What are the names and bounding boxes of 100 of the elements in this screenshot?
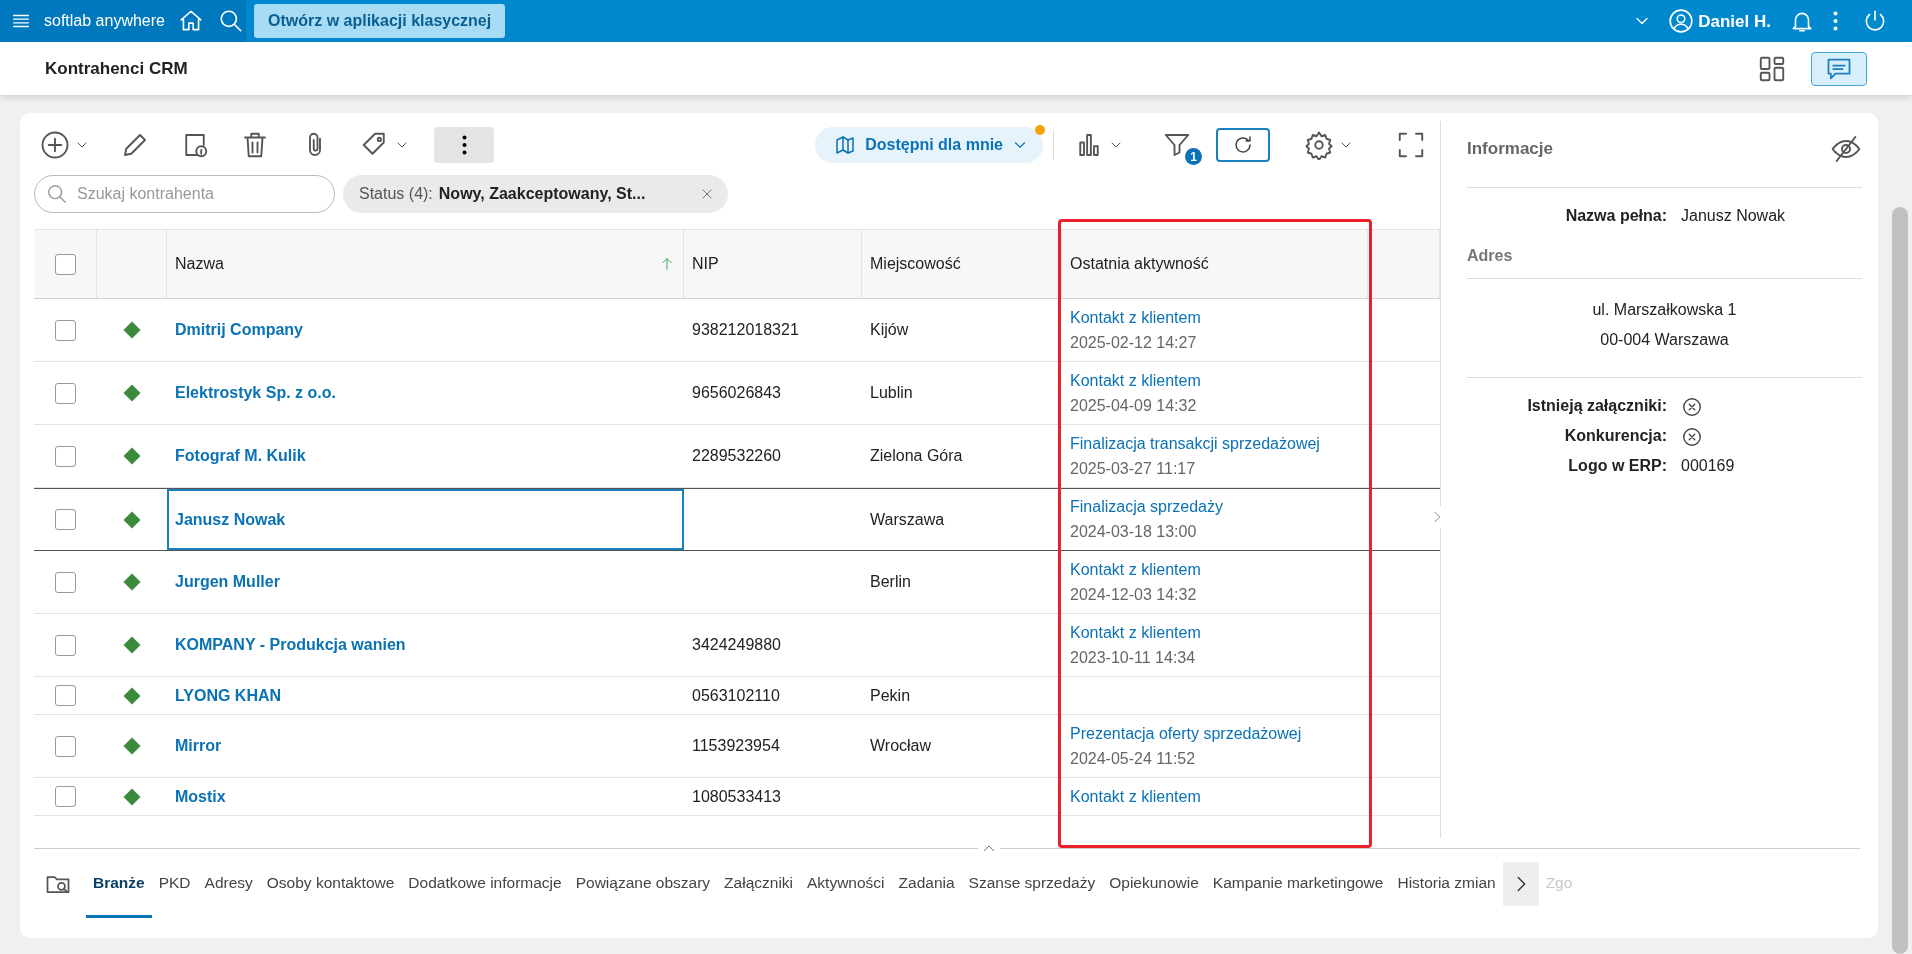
table-cell-text: 3424249880 <box>692 635 781 655</box>
tab[interactable]: Szanse sprzedaży <box>961 849 1103 918</box>
chat-button[interactable] <box>1811 51 1867 86</box>
eye-off-icon <box>1830 133 1862 165</box>
panel-title: Informacje <box>1467 138 1553 161</box>
gear-icon <box>1304 130 1334 160</box>
row-checkbox[interactable] <box>55 319 76 341</box>
column-header[interactable]: Ostatnia aktywność <box>1070 252 1209 276</box>
tab[interactable]: Dodatkowe informacje <box>401 849 569 918</box>
user-button[interactable]: Daniel H. <box>1668 8 1771 34</box>
contact-link[interactable]: Jurgen Muller <box>175 570 280 594</box>
field-value: Janusz Nowak <box>1681 206 1787 226</box>
activity-date: 2025-03-27 11:17 <box>1070 458 1196 479</box>
page-title: Kontrahenci CRM <box>45 57 188 80</box>
activity-link[interactable]: Prezentacja oferty sprzedażowej <box>1070 722 1302 745</box>
open-classic-button[interactable]: Otwórz w aplikacji klasycznej <box>254 4 506 38</box>
contact-link[interactable]: LYONG KHAN <box>175 683 282 708</box>
table-cell-text: 9656026843 <box>692 383 781 403</box>
contact-link[interactable]: Dmitrij Company <box>175 318 303 342</box>
search-icon <box>218 8 244 34</box>
tab[interactable]: Adresy <box>197 849 260 918</box>
close-icon <box>700 187 714 201</box>
row-checkbox[interactable] <box>55 445 76 467</box>
address-line: ul. Marszałkowska 1 <box>1591 300 1738 320</box>
contact-link[interactable]: Fotograf M. Kulik <box>175 444 306 468</box>
row-checkbox[interactable] <box>55 786 76 807</box>
table-row[interactable]: KOMPANY - Produkcja wanien 3424249880 Kontakt z klientem 2023-10-11 14:34 <box>34 614 1440 677</box>
contact-link[interactable]: KOMPANY - Produkcja wanien <box>175 633 406 657</box>
field-value: 000169 <box>1681 456 1736 476</box>
tab[interactable]: Powiązane obszary <box>568 849 718 918</box>
row-checkbox[interactable] <box>55 735 76 757</box>
table-row[interactable]: Mostix 1080533413 Kontakt z klientem <box>34 778 1440 816</box>
contact-link[interactable]: Mirror <box>175 734 222 758</box>
filter-label: Status (4): <box>359 184 433 204</box>
tab[interactable]: Aktywności <box>800 849 892 918</box>
activity-link[interactable]: Kontakt z klientem <box>1070 306 1201 329</box>
activity-link[interactable]: Finalizacja transakcji sprzedażowej <box>1070 432 1320 455</box>
tab[interactable]: Historia zmian <box>1390 849 1503 918</box>
activity-link[interactable]: Finalizacja sprzedaży <box>1070 496 1223 518</box>
search-icon <box>46 183 68 205</box>
table-row[interactable]: LYONG KHAN 0563102110 Pekin <box>34 677 1440 715</box>
table-row[interactable]: Fotograf M. Kulik 2289532260 Zielona Góra Finalizacja transakcji sprzedażowej 2025-03-27 11:17 <box>34 425 1440 488</box>
table-cell-text: Berlin <box>870 572 911 592</box>
table-cell-text: 1080533413 <box>692 786 781 807</box>
app-name: softlab anywhere <box>44 11 165 31</box>
row-checkbox[interactable] <box>55 685 76 706</box>
table-cell-text: Lublin <box>870 383 913 403</box>
contact-link[interactable]: Elektrostyk Sp. z o.o. <box>175 381 336 405</box>
fullscreen-button[interactable] <box>1396 130 1426 160</box>
table-cell-text: Warszawa <box>870 509 945 530</box>
table-cell-text: Kijów <box>870 320 909 340</box>
row-checkbox[interactable] <box>55 634 76 656</box>
contact-link[interactable]: Janusz Nowak <box>175 507 286 532</box>
activity-link[interactable]: Kontakt z klientem <box>1070 369 1201 392</box>
row-checkbox[interactable] <box>55 571 76 593</box>
tab[interactable]: Kampanie marketingowe <box>1205 849 1391 918</box>
table-cell-text: Wrocław <box>870 736 932 756</box>
scope-button[interactable]: Dostępni dla mnie <box>815 127 1043 163</box>
contact-link[interactable]: Mostix <box>175 784 226 809</box>
column-header[interactable]: Nazwa <box>175 252 224 276</box>
tab[interactable]: Zadania <box>891 849 962 918</box>
remove-filter-button[interactable] <box>700 187 714 201</box>
search-button[interactable] <box>218 8 244 34</box>
table-cell-text: 938212018321 <box>692 320 799 340</box>
tab[interactable]: Opiekunowie <box>1102 849 1206 918</box>
table-cell-text: Zielona Góra <box>870 446 963 466</box>
activity-link[interactable]: Kontakt z klientem <box>1070 785 1201 808</box>
refresh-button[interactable] <box>1216 128 1270 162</box>
row-checkbox[interactable] <box>55 382 76 404</box>
table-cell-text: 0563102110 <box>692 685 780 706</box>
activity-link[interactable]: Kontakt z klientem <box>1070 558 1201 581</box>
tab[interactable]: Załączniki <box>717 849 801 918</box>
tab[interactable]: Branże <box>86 849 152 918</box>
activity-link[interactable]: Kontakt z klientem <box>1070 621 1201 644</box>
plus-icon <box>40 130 70 160</box>
select-all-checkbox[interactable] <box>54 253 76 275</box>
table-cell-text: 1153923954 <box>692 736 780 756</box>
table-row[interactable]: Jurgen Muller Berlin Kontakt z klientem 2024-12-03 14:32 <box>34 551 1440 614</box>
more-icon <box>1833 11 1838 31</box>
address-line: 00-004 Warszawa <box>1599 330 1730 350</box>
table-row[interactable]: Elektrostyk Sp. z o.o. 9656026843 Lublin Kontakt z klientem 2025-04-09 14:32 <box>34 362 1440 425</box>
activity-date: 2025-02-12 14:27 <box>1070 332 1197 353</box>
column-header[interactable]: Miejscowość <box>870 252 961 276</box>
table-row[interactable]: Mirror 1153923954 Wrocław Prezentacja oferty sprzedażowej 2024-05-24 11:52 <box>34 715 1440 778</box>
column-header[interactable]: NIP <box>692 252 719 276</box>
search-field[interactable]: Szukaj kontrahenta <box>34 175 335 213</box>
table-cell-text: 2289532260 <box>692 446 781 466</box>
field-label: Logo w ERP: <box>1567 456 1667 476</box>
row-checkbox[interactable] <box>55 509 76 530</box>
section-heading: Adres <box>1467 246 1514 266</box>
tab[interactable]: Osoby kontaktowe <box>259 849 402 918</box>
field-label: Nazwa pełna: <box>1564 206 1667 226</box>
scrollbar-thumb[interactable] <box>1892 207 1908 954</box>
more-button[interactable] <box>1833 11 1838 31</box>
hide-panel-button[interactable] <box>1830 133 1862 165</box>
tab[interactable]: PKD <box>151 849 198 918</box>
activity-date: 2024-05-24 11:52 <box>1070 748 1196 769</box>
table-row[interactable]: Janusz Nowak Warszawa Finalizacja sprzedaży 2024-03-18 13:00 <box>34 488 1440 551</box>
table-cell-text: Pekin <box>870 685 911 706</box>
table-row[interactable]: Dmitrij Company 938212018321 Kijów Kontakt z klientem 2025-02-12 14:27 <box>34 299 1440 362</box>
